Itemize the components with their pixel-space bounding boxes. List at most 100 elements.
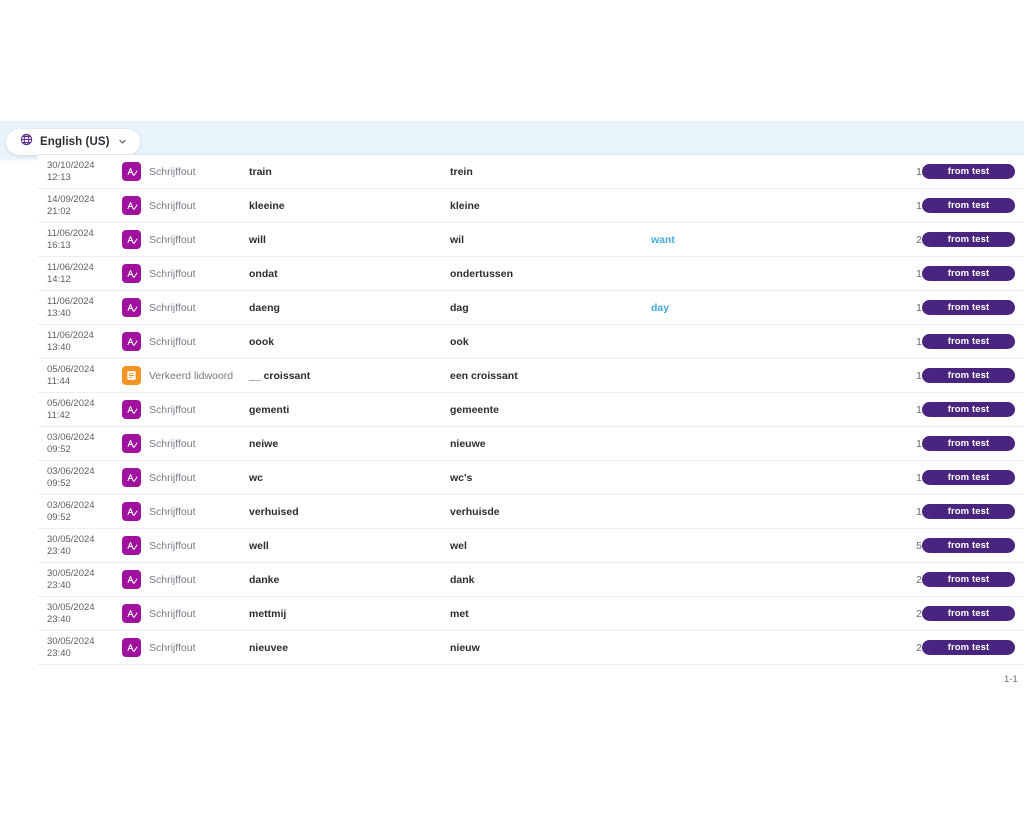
row-correct-word: wc's — [450, 471, 473, 484]
from-test-badge[interactable]: from test — [922, 572, 1015, 587]
globe-icon — [20, 133, 33, 151]
row-count: 1 — [916, 403, 922, 416]
table-row[interactable]: 30/05/2024 23:40 Schrijffout mettmij met 2 fro… — [38, 597, 1024, 631]
language-selector[interactable]: English (US) — [6, 129, 140, 155]
table-row[interactable]: 05/06/2024 11:42 Schrijffout gementi gemeent… — [38, 393, 1024, 427]
table-row[interactable]: 30/10/2024 12:13 Schrijffout train trein 1 fro… — [38, 155, 1024, 189]
row-correct-word: kleine — [450, 199, 480, 212]
table-row[interactable]: 03/06/2024 09:52 Schrijffout verhuised verhu… — [38, 495, 1024, 529]
from-test-badge[interactable]: from test — [922, 368, 1015, 383]
row-date: 30/05/2024 — [47, 534, 95, 545]
spellcheck-icon — [122, 196, 141, 215]
row-wrong-word: mettmij — [249, 607, 287, 620]
from-test-badge[interactable]: from test — [922, 470, 1015, 485]
table-row[interactable]: 11/06/2024 13:40 Schrijffout daeng dag day 1 fr… — [38, 291, 1024, 325]
row-time: 09:52 — [47, 443, 71, 455]
table-footer: 1-1 — [38, 665, 1024, 697]
row-count: 2 — [916, 607, 922, 620]
row-wrong-word: daeng — [249, 301, 280, 314]
row-date: 03/06/2024 — [47, 466, 95, 477]
pagination-label: 1-1 — [1004, 674, 1018, 685]
from-test-badge[interactable]: from test — [922, 164, 1015, 179]
row-timestamp: 11/06/2024 16:13 — [38, 228, 122, 251]
table-row[interactable]: 30/05/2024 23:40 Schrijffout well wel 5 from t… — [38, 529, 1024, 563]
row-timestamp: 11/06/2024 13:40 — [38, 296, 122, 319]
row-correct-word: ook — [450, 335, 469, 348]
row-wrong-word: verhuised — [249, 505, 299, 518]
row-source-cell: from test — [922, 504, 1024, 519]
from-test-badge[interactable]: from test — [922, 606, 1015, 621]
row-mistake-type: Schrijffout — [122, 638, 249, 657]
row-mistake-type: Schrijffout — [122, 604, 249, 623]
from-test-badge[interactable]: from test — [922, 266, 1015, 281]
row-type-label: Schrijffout — [149, 641, 196, 654]
row-type-label: Schrijffout — [149, 233, 196, 246]
table-row[interactable]: 14/09/2024 21:02 Schrijffout kleeine kleine 1… — [38, 189, 1024, 223]
row-source-cell: from test — [922, 402, 1024, 417]
row-date: 11/06/2024 — [47, 330, 94, 341]
from-test-badge[interactable]: from test — [922, 300, 1015, 315]
row-mistake-type: Schrijffout — [122, 298, 249, 317]
row-correct-word: trein — [450, 165, 473, 178]
table-row[interactable]: 11/06/2024 16:13 Schrijffout will wil want 2 fr… — [38, 223, 1024, 257]
from-test-badge[interactable]: from test — [922, 402, 1015, 417]
row-source-cell: from test — [922, 538, 1024, 553]
row-type-label: Schrijffout — [149, 505, 196, 518]
row-source-cell: from test — [922, 266, 1024, 281]
row-timestamp: 05/06/2024 11:44 — [38, 364, 122, 387]
row-count: 1 — [916, 369, 922, 382]
row-timestamp: 30/05/2024 23:40 — [38, 636, 122, 659]
chevron-down-icon — [118, 133, 127, 151]
from-test-badge[interactable]: from test — [922, 538, 1015, 553]
table-row[interactable]: 30/05/2024 23:40 Schrijffout danke dank 2 from… — [38, 563, 1024, 597]
table-row[interactable]: 05/06/2024 11:44 Verkeerd lidwoord __ crois… — [38, 359, 1024, 393]
row-mistake-type: Schrijffout — [122, 400, 249, 419]
row-date: 03/06/2024 — [47, 432, 95, 443]
row-time: 09:52 — [47, 511, 71, 523]
from-test-badge[interactable]: from test — [922, 504, 1015, 519]
row-count: 1 — [916, 471, 922, 484]
from-test-badge[interactable]: from test — [922, 198, 1015, 213]
row-correct-word: dank — [450, 573, 475, 586]
spellcheck-icon — [122, 536, 141, 555]
row-wrong-word: __ croissant — [249, 369, 311, 382]
row-mistake-type: Schrijffout — [122, 162, 249, 181]
table-row[interactable]: 03/06/2024 09:52 Schrijffout neiwe nieuwe 1 fr… — [38, 427, 1024, 461]
table-row[interactable]: 03/06/2024 09:52 Schrijffout wc wc's 1 from te… — [38, 461, 1024, 495]
spellcheck-icon — [122, 434, 141, 453]
spellcheck-icon — [122, 468, 141, 487]
row-time: 13:40 — [47, 341, 71, 353]
row-count: 5 — [916, 539, 922, 552]
row-date: 14/09/2024 — [47, 194, 95, 205]
row-type-label: Schrijffout — [149, 301, 196, 314]
row-source-cell: from test — [922, 606, 1024, 621]
row-type-label: Verkeerd lidwoord — [149, 369, 234, 382]
row-timestamp: 14/09/2024 21:02 — [38, 194, 122, 217]
row-timestamp: 30/05/2024 23:40 — [38, 534, 122, 557]
row-date: 30/10/2024 — [47, 160, 95, 171]
row-date: 30/05/2024 — [47, 636, 95, 647]
row-timestamp: 03/06/2024 09:52 — [38, 466, 122, 489]
row-correct-word: gemeente — [450, 403, 500, 416]
row-wrong-word: kleeine — [249, 199, 285, 212]
from-test-badge[interactable]: from test — [922, 232, 1015, 247]
from-test-badge[interactable]: from test — [922, 436, 1015, 451]
row-source-cell: from test — [922, 368, 1024, 383]
row-correct-word: een croissant — [450, 369, 518, 382]
table-row[interactable]: 11/06/2024 13:40 Schrijffout oook ook 1 from t… — [38, 325, 1024, 359]
row-timestamp: 05/06/2024 11:42 — [38, 398, 122, 421]
row-mistake-type: Schrijffout — [122, 536, 249, 555]
row-time: 12:13 — [47, 171, 71, 183]
row-count: 1 — [916, 301, 922, 314]
row-wrong-word: danke — [249, 573, 280, 586]
from-test-badge[interactable]: from test — [922, 640, 1015, 655]
row-wrong-word: will — [249, 233, 266, 246]
row-type-label: Schrijffout — [149, 573, 196, 586]
row-timestamp: 30/05/2024 23:40 — [38, 568, 122, 591]
from-test-badge[interactable]: from test — [922, 334, 1015, 349]
row-source-cell: from test — [922, 300, 1024, 315]
table-row[interactable]: 30/05/2024 23:40 Schrijffout nieuvee nieuw 2 f… — [38, 631, 1024, 665]
row-type-label: Schrijffout — [149, 165, 196, 178]
table-row[interactable]: 11/06/2024 14:12 Schrijffout ondat ondertuss… — [38, 257, 1024, 291]
row-source-cell: from test — [922, 436, 1024, 451]
